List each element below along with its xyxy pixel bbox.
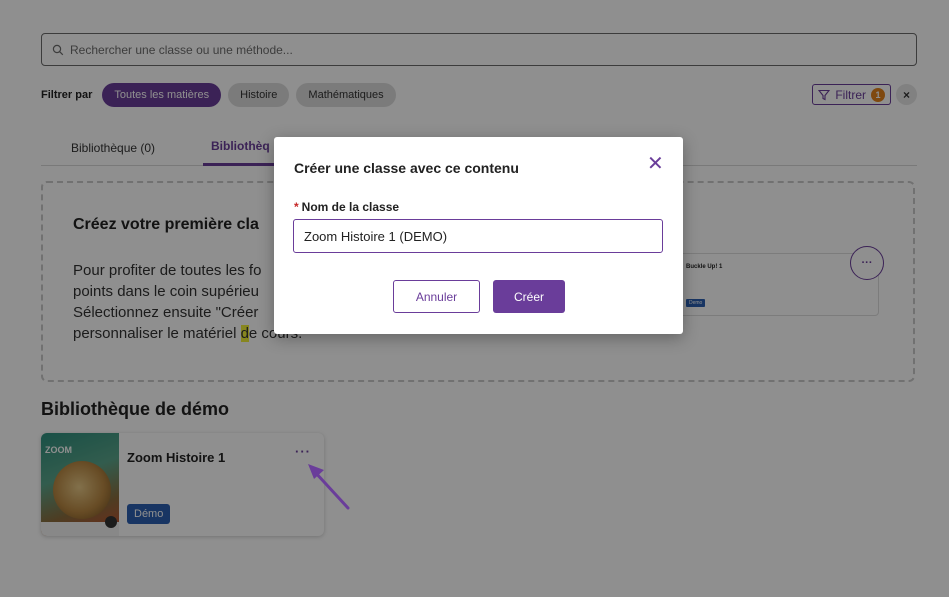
class-name-label-text: Nom de la classe	[301, 200, 400, 214]
close-icon[interactable]: ✕	[647, 154, 664, 174]
dialog-title: Créer une classe avec ce contenu	[294, 160, 519, 176]
class-name-input[interactable]	[293, 219, 663, 253]
required-asterisk: *	[294, 200, 299, 214]
cancel-button[interactable]: Annuler	[393, 280, 480, 313]
create-button[interactable]: Créer	[493, 280, 565, 313]
class-name-label: * Nom de la classe	[294, 200, 399, 214]
pointer-arrow-icon	[308, 464, 350, 510]
create-class-dialog: Créer une classe avec ce contenu ✕ * Nom …	[274, 137, 683, 334]
